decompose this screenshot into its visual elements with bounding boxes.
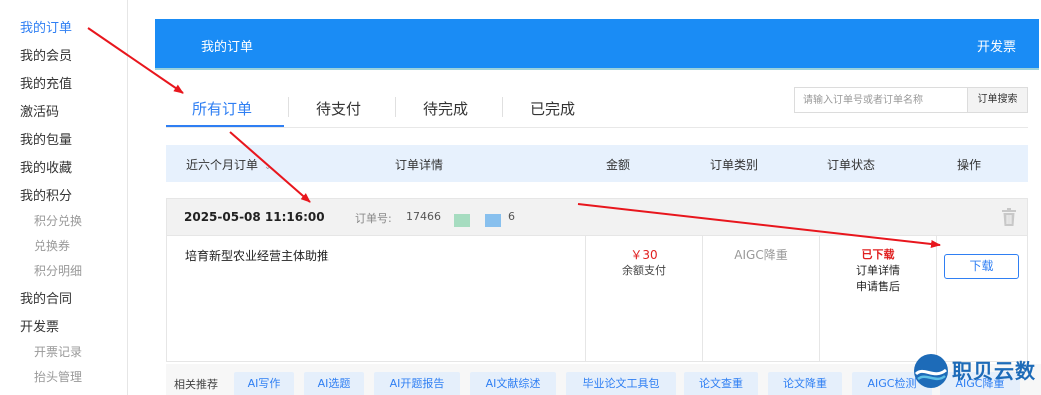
- order-status: 已下载: [861, 248, 895, 261]
- sidebar-subitem-title-management[interactable]: 抬头管理: [34, 368, 82, 385]
- order-number-label: 订单号:: [355, 212, 392, 225]
- column-header-amount: 金额: [606, 158, 631, 172]
- sidebar-item-my-recharge[interactable]: 我的充值: [20, 73, 72, 92]
- tab-pending-completion[interactable]: 待完成: [423, 98, 468, 119]
- order-pay-method: 余额支付: [622, 264, 666, 277]
- sidebar-item-my-points[interactable]: 我的积分: [20, 185, 72, 204]
- redaction-mask: [485, 214, 501, 227]
- header-divider: [155, 68, 1039, 70]
- order-number-value: 17466: [406, 210, 441, 223]
- sidebar-subitem-points-detail[interactable]: 积分明细: [34, 262, 82, 279]
- order-row-body: 培育新型农业经营主体助推 ￥30 余额支付 AIGC降重 已下载 订单详情 申请…: [166, 236, 1028, 362]
- order-search-input[interactable]: [794, 87, 968, 113]
- tab-divider: [395, 97, 396, 117]
- after-sale-link[interactable]: 申请售后: [819, 278, 937, 294]
- watermark-logo: 职贝云数: [912, 352, 1040, 392]
- order-row-header: 2025-05-08 11:16:00 订单号: 17466 6: [166, 198, 1028, 236]
- download-button[interactable]: 下载: [944, 254, 1019, 279]
- orders-header-bar: 我的订单 开发票: [155, 19, 1039, 68]
- order-number-tail: 6: [508, 210, 515, 223]
- order-product-name: 培育新型农业经营主体助推: [185, 249, 330, 263]
- orders-table-header: 近六个月订单 ⌄ 订单详情 金额 订单类别 订单状态 操作: [166, 145, 1028, 182]
- trash-icon[interactable]: [1001, 208, 1017, 226]
- period-filter-label: 近六个月订单: [186, 158, 259, 172]
- chip-ai-writing[interactable]: AI写作: [234, 372, 294, 395]
- page: 我的订单 我的会员 我的充值 激活码 我的包量 我的收藏 我的积分 积分兑换 兑…: [0, 0, 1041, 395]
- related-recommendations: 相关推荐 AI写作 AI选题 AI开题报告 AI文献综述 毕业论文工具包 论文查…: [166, 364, 1041, 395]
- related-label: 相关推荐: [174, 378, 218, 391]
- sidebar-item-my-favorites[interactable]: 我的收藏: [20, 157, 72, 176]
- order-detail-link[interactable]: 订单详情: [819, 262, 937, 278]
- chip-ai-proposal[interactable]: AI开题报告: [374, 372, 460, 395]
- chevron-down-icon: ⌄: [264, 162, 272, 172]
- header-invoice-link[interactable]: 开发票: [977, 36, 1016, 55]
- tab-divider: [502, 97, 503, 117]
- column-header-action: 操作: [957, 158, 982, 172]
- column-header-status: 订单状态: [827, 158, 876, 172]
- chip-ai-topic[interactable]: AI选题: [304, 372, 364, 395]
- order-category: AIGC降重: [734, 248, 788, 262]
- sidebar-item-my-package[interactable]: 我的包量: [20, 129, 72, 148]
- active-tab-underline: [166, 125, 284, 127]
- tab-all-orders[interactable]: 所有订单: [192, 98, 252, 119]
- chip-ai-literature-review[interactable]: AI文献综述: [470, 372, 556, 395]
- tab-pending-payment[interactable]: 待支付: [316, 98, 361, 119]
- sidebar-subitem-coupons[interactable]: 兑换券: [34, 237, 70, 254]
- sidebar-subitem-invoice-records[interactable]: 开票记录: [34, 343, 82, 360]
- tab-divider: [288, 97, 289, 117]
- watermark-text: 职贝云数: [952, 359, 1036, 383]
- tabs-baseline: [166, 127, 1028, 128]
- column-header-category: 订单类别: [710, 158, 759, 172]
- order-search-button[interactable]: 订单搜索: [967, 87, 1028, 113]
- redaction-mask: [327, 244, 447, 264]
- period-filter-dropdown[interactable]: 近六个月订单 ⌄: [186, 156, 272, 173]
- chip-plagiarism-check[interactable]: 论文查重: [684, 372, 758, 395]
- column-header-detail: 订单详情: [395, 158, 444, 172]
- order-price: ￥30: [630, 248, 658, 262]
- chip-thesis-toolkit[interactable]: 毕业论文工具包: [566, 372, 676, 395]
- sidebar-subitem-points-exchange[interactable]: 积分兑换: [34, 212, 82, 229]
- sidebar-item-my-membership[interactable]: 我的会员: [20, 45, 72, 64]
- sidebar-item-my-contracts[interactable]: 我的合同: [20, 288, 72, 307]
- globe-logo-icon: [914, 354, 948, 388]
- header-title: 我的订单: [201, 40, 254, 55]
- sidebar-item-my-orders[interactable]: 我的订单: [20, 17, 72, 36]
- column-divider: [936, 236, 937, 361]
- sidebar: 我的订单 我的会员 我的充值 激活码 我的包量 我的收藏 我的积分 积分兑换 兑…: [0, 0, 128, 395]
- tab-completed[interactable]: 已完成: [530, 98, 575, 119]
- redaction-mask: [454, 214, 470, 227]
- sidebar-item-invoice[interactable]: 开发票: [20, 316, 59, 335]
- order-date: 2025-05-08 11:16:00: [184, 210, 325, 224]
- chip-rewrite[interactable]: 论文降重: [768, 372, 842, 395]
- sidebar-item-activation-code[interactable]: 激活码: [20, 101, 59, 120]
